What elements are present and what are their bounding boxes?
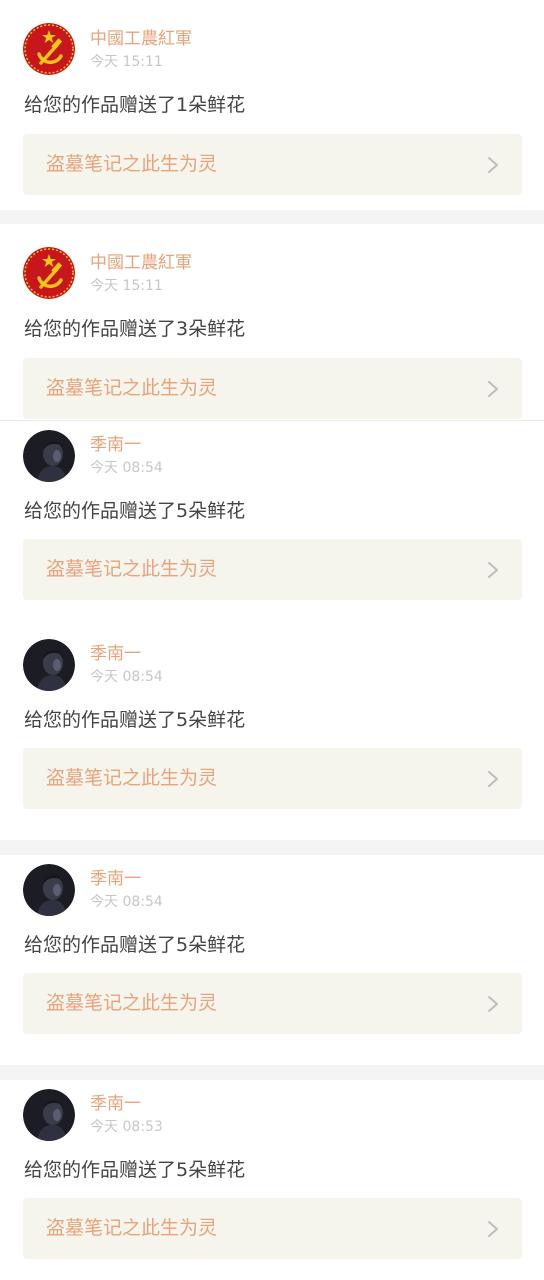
gift-message: 给您的作品赠送了3朵鲜花 — [24, 318, 246, 340]
timestamp: 今天 08:54 — [90, 894, 163, 910]
timestamp: 今天 08:54 — [90, 669, 163, 685]
hammer-sickle-icon — [23, 23, 75, 75]
avatar[interactable] — [23, 430, 75, 482]
notification-card: 季南一 今天 08:54 给您的作品赠送了5朵鲜花 盗墓笔记之此生为灵 — [0, 630, 544, 840]
username[interactable]: 季南一 — [90, 643, 141, 665]
notification-card: 季南一 今天 08:54 给您的作品赠送了5朵鲜花 盗墓笔记之此生为灵 — [0, 420, 544, 630]
avatar[interactable] — [23, 1089, 75, 1141]
portrait-icon — [23, 864, 75, 916]
work-link[interactable]: 盗墓笔记之此生为灵 — [23, 1198, 522, 1259]
work-title: 盗墓笔记之此生为灵 — [46, 992, 218, 1014]
notification-feed: 中國工農紅軍 今天 15:11 给您的作品赠送了1朵鲜花 盗墓笔记之此生为灵 中… — [0, 0, 544, 1280]
gift-message: 给您的作品赠送了5朵鲜花 — [24, 500, 246, 522]
work-link[interactable]: 盗墓笔记之此生为灵 — [23, 748, 522, 809]
notification-card: 季南一 今天 08:54 给您的作品赠送了5朵鲜花 盗墓笔记之此生为灵 — [0, 855, 544, 1065]
work-title: 盗墓笔记之此生为灵 — [46, 1217, 218, 1239]
username[interactable]: 中國工農紅軍 — [90, 28, 192, 50]
work-link[interactable]: 盗墓笔记之此生为灵 — [23, 358, 522, 419]
avatar[interactable] — [23, 23, 75, 75]
chevron-right-icon — [486, 155, 500, 175]
work-link[interactable]: 盗墓笔记之此生为灵 — [23, 539, 522, 600]
gift-message: 给您的作品赠送了5朵鲜花 — [24, 934, 246, 956]
chevron-right-icon — [486, 379, 500, 399]
timestamp: 今天 15:11 — [90, 278, 163, 294]
timestamp: 今天 08:53 — [90, 1119, 163, 1135]
avatar[interactable] — [23, 247, 75, 299]
timestamp: 今天 15:11 — [90, 54, 163, 70]
work-link[interactable]: 盗墓笔记之此生为灵 — [23, 134, 522, 195]
chevron-right-icon — [486, 769, 500, 789]
work-title: 盗墓笔记之此生为灵 — [46, 767, 218, 789]
username[interactable]: 中國工農紅軍 — [90, 252, 192, 274]
gift-message: 给您的作品赠送了5朵鲜花 — [24, 709, 246, 731]
avatar[interactable] — [23, 864, 75, 916]
avatar[interactable] — [23, 639, 75, 691]
username[interactable]: 季南一 — [90, 1093, 141, 1115]
hammer-sickle-icon — [23, 247, 75, 299]
portrait-icon — [23, 430, 75, 482]
gift-message: 给您的作品赠送了5朵鲜花 — [24, 1159, 246, 1181]
portrait-icon — [23, 1089, 75, 1141]
chevron-right-icon — [486, 994, 500, 1014]
work-title: 盗墓笔记之此生为灵 — [46, 377, 218, 399]
notification-card: 中國工農紅軍 今天 15:11 给您的作品赠送了3朵鲜花 盗墓笔记之此生为灵 — [0, 224, 544, 420]
notification-card: 中國工農紅軍 今天 15:11 给您的作品赠送了1朵鲜花 盗墓笔记之此生为灵 — [0, 0, 544, 210]
chevron-right-icon — [486, 1219, 500, 1239]
portrait-icon — [23, 639, 75, 691]
work-link[interactable]: 盗墓笔记之此生为灵 — [23, 973, 522, 1034]
notification-card: 季南一 今天 08:53 给您的作品赠送了5朵鲜花 盗墓笔记之此生为灵 — [0, 1080, 544, 1280]
work-title: 盗墓笔记之此生为灵 — [46, 558, 218, 580]
work-title: 盗墓笔记之此生为灵 — [46, 153, 218, 175]
chevron-right-icon — [486, 560, 500, 580]
timestamp: 今天 08:54 — [90, 460, 163, 476]
username[interactable]: 季南一 — [90, 434, 141, 456]
gift-message: 给您的作品赠送了1朵鲜花 — [24, 94, 246, 116]
username[interactable]: 季南一 — [90, 868, 141, 890]
